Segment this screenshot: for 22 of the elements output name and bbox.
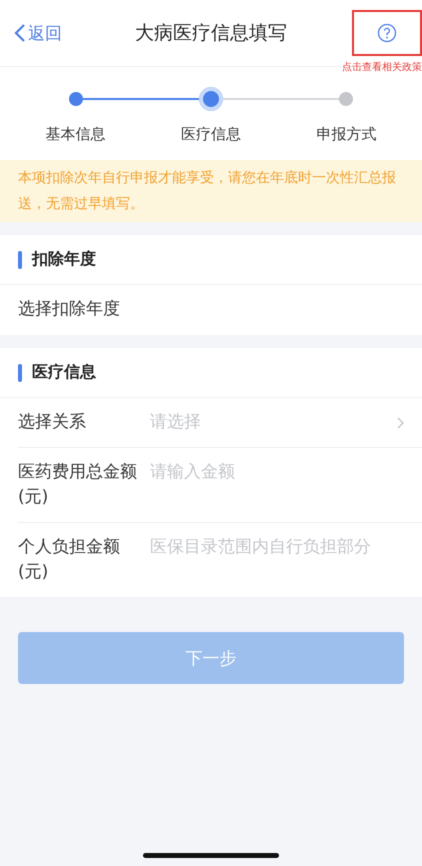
section-marker [18, 250, 22, 268]
input-field[interactable]: 医保目录范围内自行负担部分 [150, 535, 404, 560]
back-button[interactable]: 返回 [14, 22, 84, 44]
notice-text: 本项扣除次年自行申报才能享受，请您在年底时一次性汇总报送，无需过早填写。 [0, 160, 422, 222]
help-note: 点击查看相关政策 [342, 60, 422, 74]
chevron-left-icon [14, 23, 26, 43]
field-label: 选择扣除年度 [18, 298, 121, 321]
help-icon [377, 23, 397, 43]
help-button[interactable] [352, 10, 422, 56]
field-label: 个人负担金额(元) [18, 536, 121, 584]
select-field[interactable]: 请选择 [150, 410, 404, 435]
section-marker [18, 364, 22, 382]
step-label: 基本信息 [46, 125, 106, 144]
field-label: 选择关系 [18, 411, 87, 434]
step-label: 医疗信息 [180, 125, 241, 144]
step-label: 申报方式 [316, 125, 376, 144]
chevron-right-icon [397, 416, 404, 428]
page-title: 大病医疗信息填写 [134, 21, 288, 46]
input-field[interactable]: 请输入金额 [150, 460, 404, 485]
section-title: 医疗信息 [32, 362, 96, 383]
section-title: 扣除年度 [32, 249, 96, 270]
field-label: 医药费用总金额(元) [18, 461, 138, 509]
